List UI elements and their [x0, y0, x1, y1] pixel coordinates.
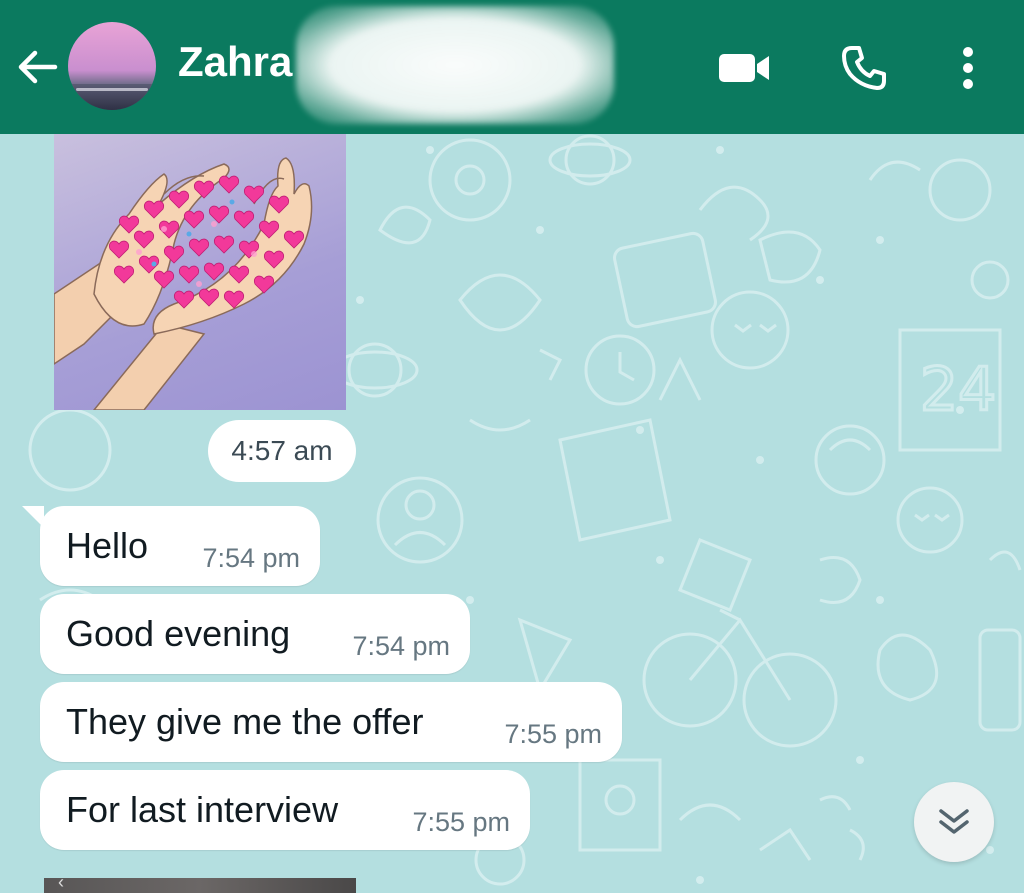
double-chevron-down-icon [939, 809, 969, 834]
message-time: 7:54 pm [202, 543, 300, 573]
message-bubble[interactable]: Good evening 7:54 pm [40, 594, 470, 674]
back-button[interactable] [12, 42, 62, 92]
message-bubble[interactable]: They give me the offer 7:55 pm [40, 682, 622, 762]
voice-call-button[interactable] [836, 40, 892, 96]
message-time: 7:54 pm [352, 631, 450, 661]
video-call-button[interactable] [716, 40, 772, 96]
chevron-left-icon: ‹ [58, 872, 64, 892]
arrow-left-icon [18, 50, 58, 84]
message-text: For last interview [66, 789, 339, 830]
svg-text:24: 24 [920, 355, 996, 425]
next-image-message[interactable]: ‹ [44, 872, 356, 893]
chat-screen: 24 Zahra 4:57 am Hello 7:54 pm Good even… [0, 0, 1024, 893]
message-text: They give me the offer [66, 701, 424, 742]
scroll-to-bottom-button[interactable] [914, 782, 994, 862]
redaction-blur [296, 6, 614, 124]
phone-icon [842, 46, 886, 90]
chat-header: Zahra [0, 0, 1024, 134]
image-message[interactable] [54, 134, 346, 410]
image-message-time: 4:57 am [208, 420, 356, 482]
message-text: Good evening [66, 613, 291, 654]
message-bubble[interactable]: For last interview 7:55 pm [40, 770, 530, 850]
more-vertical-icon [963, 47, 973, 89]
message-bubble[interactable]: Hello 7:54 pm [40, 506, 320, 586]
message-time: 7:55 pm [412, 807, 510, 837]
contact-avatar[interactable] [68, 22, 156, 110]
message-time: 7:55 pm [504, 719, 602, 749]
video-camera-icon [719, 54, 769, 82]
message-text: Hello [66, 525, 149, 566]
contact-name[interactable]: Zahra [178, 38, 292, 86]
avatar-wave [76, 88, 148, 91]
more-options-button[interactable] [940, 40, 996, 96]
hearts-in-hands-image [54, 157, 313, 410]
